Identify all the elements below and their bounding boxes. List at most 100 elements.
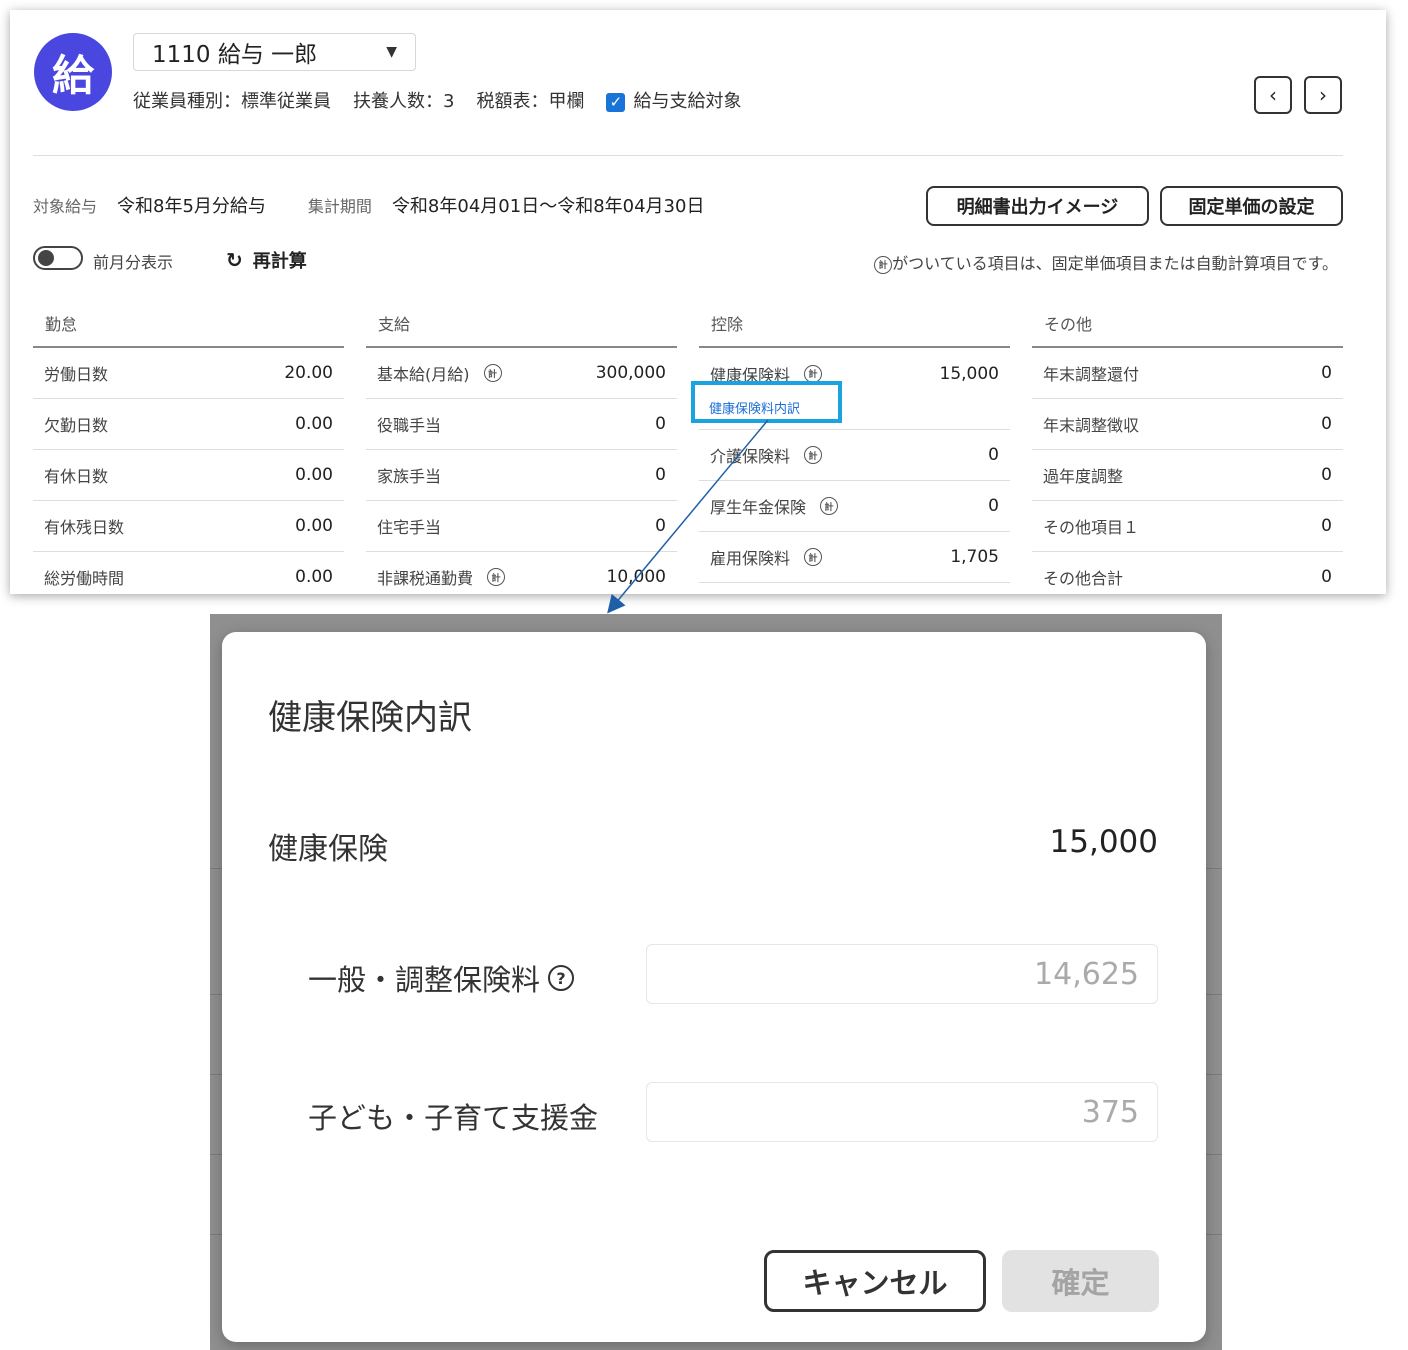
- table-row[interactable]: 労働日数 20.00: [33, 348, 344, 399]
- table-row[interactable]: 過年度調整 0: [1032, 450, 1343, 501]
- payment-column: 支給 基本給(月給) 計 300,000 役職手当 0 家族手当 0 住宅手当 0 非課税…: [366, 300, 677, 594]
- row-label: 住宅手当: [377, 518, 442, 537]
- auto-item-note-text: がついている項目は、固定単価項目または自動計算項目です。: [892, 254, 1338, 273]
- attendance-column: 勤怠 労働日数 20.00 欠勤日数 0.00 有休日数 0.00 有休残日数 0.00…: [33, 300, 344, 594]
- child-support-value: 375: [1081, 1094, 1139, 1130]
- confirm-button[interactable]: 確定: [1002, 1250, 1159, 1312]
- health-insurance-total-value: 15,000: [1049, 824, 1158, 860]
- row-value: 0.00: [295, 516, 333, 536]
- table-row[interactable]: 年末調整徴収 0: [1032, 399, 1343, 450]
- row-label-text: 厚生年金保険: [710, 498, 807, 517]
- child-support-field[interactable]: 375: [646, 1082, 1158, 1142]
- table-row[interactable]: 家族手当 0: [366, 450, 677, 501]
- prev-month-label: 前月分表示: [93, 253, 174, 272]
- cancel-button[interactable]: キャンセル: [764, 1250, 986, 1312]
- chevron-down-icon: ▼: [386, 44, 397, 60]
- row-label: 役職手当: [377, 416, 442, 435]
- health-insurance-breakdown-link[interactable]: 健康保険料内訳: [691, 381, 842, 423]
- deduction-column: 控除 健康保険料計 15,000 健康保険料内訳 介護保険料計 0 厚生年金保険計 0…: [691, 300, 1010, 583]
- row-label: 家族手当: [377, 467, 442, 486]
- health-insurance-breakdown-dialog: 健康保険内訳 健康保険 15,000 一般・調整保険料 ? 14,625 子ども…: [222, 632, 1206, 1342]
- row-value: 0: [655, 414, 666, 434]
- payroll-target-toggle[interactable]: ✓ 給与支給対象: [606, 87, 741, 113]
- row-value: 0: [655, 516, 666, 536]
- employee-select[interactable]: 1110 給与 一郎 ▼: [133, 33, 416, 71]
- health-insurance-total-label: 健康保険: [268, 832, 388, 867]
- employee-dependents: 扶養人数：3: [353, 91, 455, 112]
- refresh-icon: ↻: [226, 248, 243, 272]
- header-divider: [33, 155, 1343, 156]
- table-row[interactable]: 住宅手当 0: [366, 501, 677, 552]
- general-premium-label: 一般・調整保険料 ?: [308, 957, 575, 999]
- prev-month-toggle[interactable]: [33, 246, 83, 270]
- statement-preview-button[interactable]: 明細書出力イメージ: [926, 186, 1149, 226]
- table-row[interactable]: 欠勤日数 0.00: [33, 399, 344, 450]
- chevron-left-icon: ‹: [1269, 83, 1277, 107]
- row-label-text: 雇用保険料: [710, 549, 791, 568]
- row-value: 0.00: [295, 465, 333, 485]
- aggregation-period-label: 集計期間: [307, 197, 372, 216]
- payroll-target-label: 給与支給対象: [633, 91, 742, 112]
- target-pay-label: 対象給与: [33, 197, 98, 216]
- table-row[interactable]: 基本給(月給) 計 300,000: [366, 348, 677, 399]
- table-row[interactable]: その他項目１ 0: [1032, 501, 1343, 552]
- breakdown-link-row: 健康保険料内訳: [691, 381, 1010, 430]
- row-label-text: 介護保険料: [710, 447, 791, 466]
- general-premium-field[interactable]: 14,625: [646, 944, 1158, 1004]
- row-value: 0: [1321, 465, 1332, 485]
- employee-meta: 従業員種別：標準従業員 扶養人数：3 税額表：甲欄 ✓ 給与支給対象: [133, 87, 741, 113]
- row-value: 10,000: [606, 567, 666, 587]
- row-label: 年末調整徴収: [1043, 416, 1140, 435]
- recalculate-button[interactable]: ↻ 再計算: [226, 247, 307, 273]
- employee-avatar: 給: [34, 33, 112, 111]
- prev-employee-button[interactable]: ‹: [1254, 76, 1292, 114]
- employee-select-value: 1110 給与 一郎: [152, 42, 318, 68]
- table-row[interactable]: その他合計 0: [1032, 552, 1343, 594]
- payroll-panel: 給 1110 給与 一郎 ▼ 従業員種別：標準従業員 扶養人数：3 税額表：甲欄…: [10, 10, 1386, 594]
- auto-calc-icon: 計: [804, 364, 823, 383]
- auto-item-note: 計がついている項目は、固定単価項目または自動計算項目です。: [874, 250, 1338, 274]
- row-value: 0: [988, 496, 999, 516]
- row-value: 0: [1321, 516, 1332, 536]
- period-info: 対象給与 令和8年5月分給与 集計期間 令和8年04月01日〜令和8年04月30…: [33, 192, 746, 218]
- auto-calc-icon: 計: [804, 446, 823, 464]
- table-row[interactable]: 総労働時間 0.00: [33, 552, 344, 594]
- chevron-right-icon: ›: [1319, 83, 1327, 107]
- row-label: 非課税通勤費計: [377, 565, 607, 589]
- row-label: 介護保険料計: [710, 443, 988, 467]
- general-premium-label-text: 一般・調整保険料: [308, 963, 541, 997]
- row-label: 労働日数: [44, 365, 109, 384]
- employee-tax-table: 税額表：甲欄: [476, 91, 585, 112]
- row-value: 300,000: [595, 363, 666, 383]
- table-row[interactable]: 役職手当 0: [366, 399, 677, 450]
- employee-type: 従業員種別：標準従業員: [133, 91, 331, 112]
- help-icon[interactable]: ?: [548, 965, 575, 991]
- other-header: その他: [1032, 300, 1343, 348]
- checkbox-checked-icon[interactable]: ✓: [606, 92, 626, 112]
- table-row[interactable]: 年末調整還付 0: [1032, 348, 1343, 399]
- recalculate-label: 再計算: [252, 251, 307, 272]
- fixed-unit-price-button[interactable]: 固定単価の設定: [1160, 186, 1343, 226]
- row-label: 年末調整還付: [1043, 365, 1140, 384]
- row-label: その他項目１: [1043, 518, 1140, 537]
- row-value: 0: [988, 445, 999, 465]
- row-value: 0: [1321, 414, 1332, 434]
- auto-calc-icon: 計: [820, 497, 839, 515]
- row-value: 0.00: [295, 414, 333, 434]
- row-label: 有休残日数: [44, 518, 125, 537]
- next-employee-button[interactable]: ›: [1304, 76, 1342, 114]
- toggle-knob: [38, 250, 54, 266]
- table-row[interactable]: 有休日数 0.00: [33, 450, 344, 501]
- row-label: 厚生年金保険計: [710, 494, 988, 518]
- row-label: 欠勤日数: [44, 416, 109, 435]
- payment-header: 支給: [366, 300, 677, 348]
- row-label-text: 基本給(月給): [377, 365, 470, 384]
- table-row[interactable]: 介護保険料計 0: [699, 430, 1010, 481]
- auto-calc-icon: 計: [804, 548, 823, 566]
- row-value: 0.00: [295, 567, 333, 587]
- table-row[interactable]: 有休残日数 0.00: [33, 501, 344, 552]
- table-row[interactable]: 雇用保険料計 1,705: [699, 532, 1010, 583]
- table-row[interactable]: 厚生年金保険計 0: [699, 481, 1010, 532]
- deduction-header: 控除: [699, 300, 1010, 348]
- table-row[interactable]: 非課税通勤費計 10,000: [366, 552, 677, 594]
